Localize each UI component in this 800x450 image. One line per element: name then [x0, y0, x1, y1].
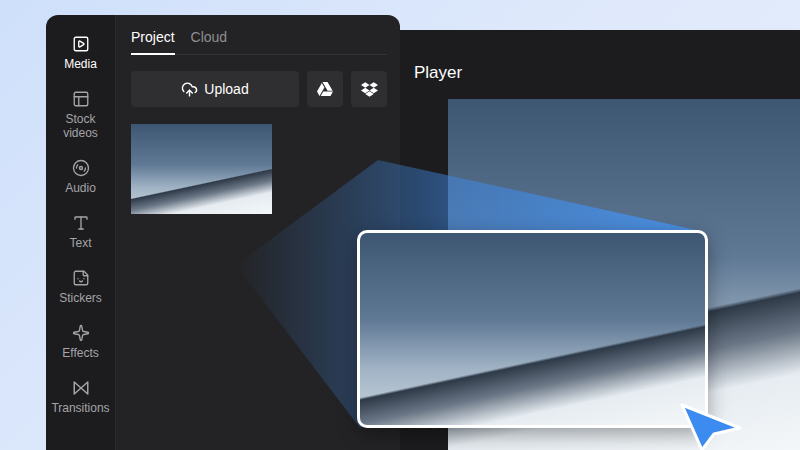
google-drive-button[interactable]: [307, 71, 343, 107]
effects-sparkle-icon: [72, 324, 90, 342]
sidebar-label: Stock videos: [50, 112, 112, 140]
player-title: Player: [400, 30, 800, 99]
google-drive-icon: [317, 81, 333, 97]
sidebar-label: Audio: [50, 181, 112, 195]
sidebar-item[interactable]: Stock videos: [46, 90, 115, 140]
sidebar-item[interactable]: Text: [46, 214, 115, 250]
tab[interactable]: Project: [131, 27, 175, 55]
upload-row: Upload: [131, 71, 387, 107]
sidebar-item[interactable]: Effects: [46, 324, 115, 360]
dropbox-icon: [361, 81, 378, 98]
text-icon: [72, 214, 90, 232]
tab-bar: Project Cloud: [131, 15, 387, 55]
sidebar-label: Transitions: [50, 401, 112, 415]
tab[interactable]: Cloud: [191, 27, 228, 55]
sidebar-label: Effects: [50, 346, 112, 360]
sidebar-item[interactable]: Stickers: [46, 269, 115, 305]
sidebar-item[interactable]: Transitions: [46, 379, 115, 415]
cloud-upload-icon: [181, 81, 198, 98]
dropbox-button[interactable]: [351, 71, 387, 107]
bowtie-icon: [72, 379, 90, 397]
left-panels: Media Stock videos Audio Text Stickers Effect…: [46, 15, 400, 450]
sidebar-label: Text: [50, 236, 112, 250]
zoomed-preview: [357, 230, 708, 428]
audio-disc-icon: [72, 159, 90, 177]
stock-video-icon: [72, 90, 90, 108]
media-icon: [72, 35, 90, 53]
media-thumbnail[interactable]: [131, 124, 272, 214]
sticker-icon: [72, 269, 90, 287]
sidebar-item[interactable]: Audio: [46, 159, 115, 195]
sidebar: Media Stock videos Audio Text Stickers Effect…: [46, 15, 116, 450]
upload-button[interactable]: Upload: [131, 71, 299, 107]
page: Media Stock videos Audio Text Stickers Effect…: [0, 0, 800, 450]
cursor-arrow-icon: [678, 402, 748, 450]
sidebar-item[interactable]: Media: [46, 35, 115, 71]
sidebar-label: Stickers: [50, 291, 112, 305]
sidebar-label: Media: [50, 57, 112, 71]
